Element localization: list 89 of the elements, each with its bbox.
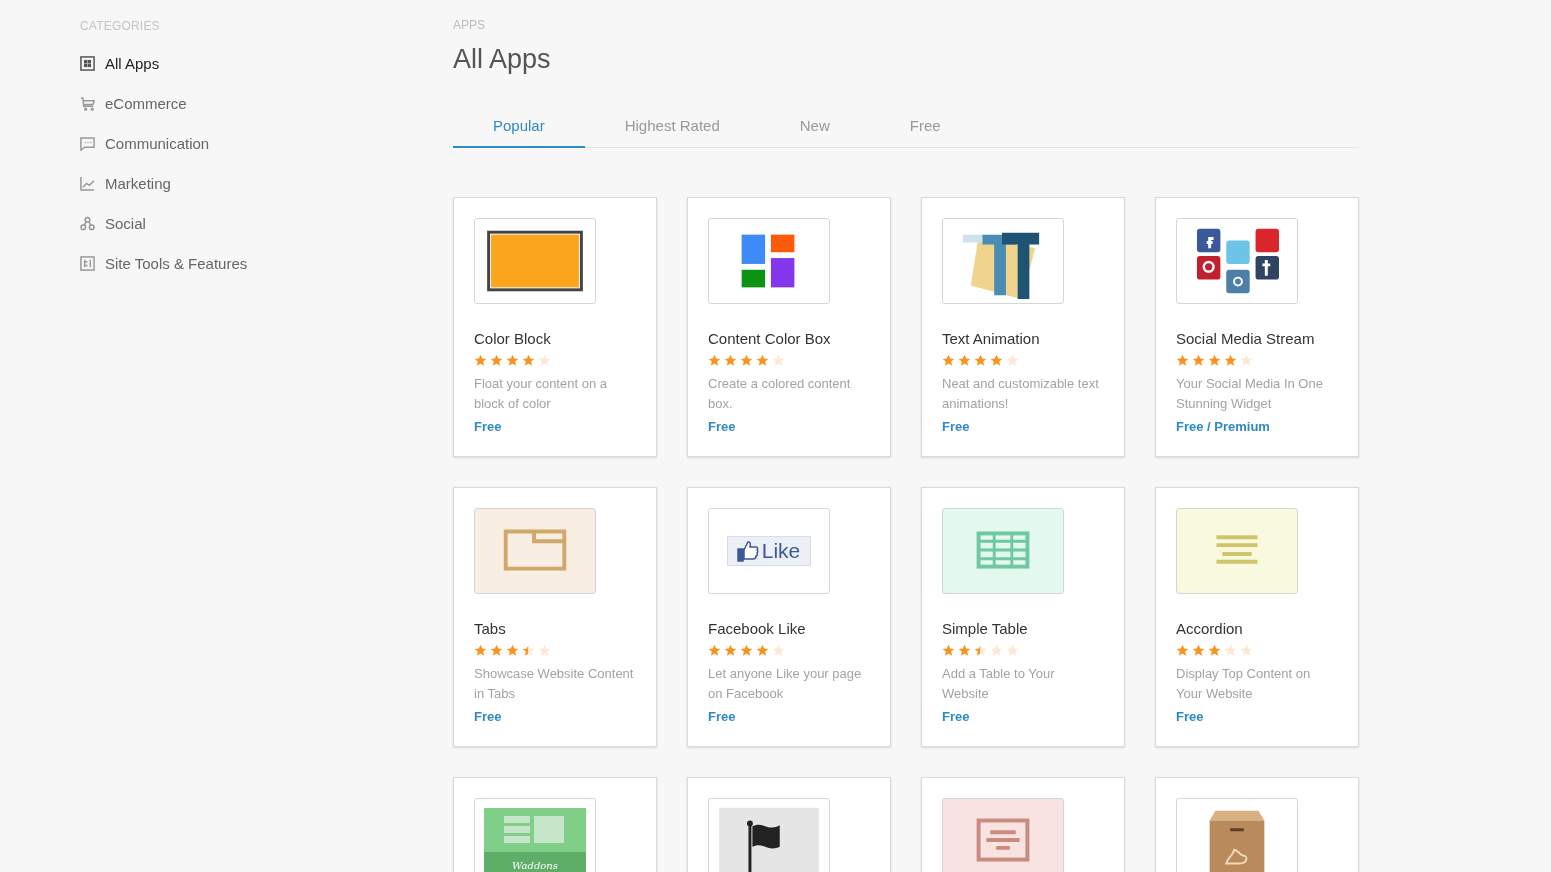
app-name: Tabs <box>474 620 507 639</box>
price-link[interactable]: Free <box>942 709 970 724</box>
star-icon <box>538 354 551 367</box>
price-link[interactable]: Free <box>1176 709 1204 724</box>
app-description: Display Top Content on Your Website <box>1176 665 1312 703</box>
tab[interactable]: Popular <box>453 106 585 148</box>
app-card[interactable]: Tabs Showcase Website Content in Tabs Free <box>453 487 657 747</box>
sidebar-item[interactable]: Site Tools & Features <box>80 243 453 283</box>
star-icon <box>538 644 551 657</box>
star-icon <box>724 644 737 657</box>
star-icon <box>1176 644 1189 657</box>
page-title: All Apps <box>453 44 552 76</box>
star-icon <box>522 644 535 657</box>
price-link[interactable]: Free <box>708 419 736 434</box>
star-icon <box>772 354 785 367</box>
star-icon <box>708 354 721 367</box>
app-name: Accordion <box>1176 620 1244 639</box>
sidebar-item[interactable]: Marketing <box>80 163 453 203</box>
app-card[interactable]: Color Block Float your content on a block of color Free <box>453 197 657 457</box>
app-name: Text Animation <box>942 330 1041 349</box>
addons-logo: Waddons <box>484 808 586 872</box>
star-icon <box>772 644 785 657</box>
app-description: Your Social Media In One Stunning Widget <box>1176 375 1324 413</box>
grid-icon <box>80 55 95 71</box>
star-icon <box>474 644 487 657</box>
sidebar-item[interactable]: Social <box>80 203 453 243</box>
star-icon <box>974 644 987 657</box>
star-icon <box>756 354 769 367</box>
chat-icon <box>80 135 95 151</box>
star-icon <box>474 354 487 367</box>
star-icon <box>942 354 955 367</box>
star-icon <box>756 644 769 657</box>
sidebar-item[interactable]: All Apps <box>80 43 453 83</box>
sidebar-item[interactable]: eCommerce <box>80 83 453 123</box>
star-icon <box>958 354 971 367</box>
star-icon <box>1224 644 1237 657</box>
star-icon <box>522 354 535 367</box>
app-description: Neat and customizable text animations! <box>942 375 1100 413</box>
price-link[interactable]: Free <box>474 419 502 434</box>
app-name: Content Color Box <box>708 330 832 349</box>
star-icon <box>1240 644 1253 657</box>
star-icon <box>506 644 519 657</box>
star-icon <box>740 644 753 657</box>
star-icon <box>490 354 503 367</box>
star-icon <box>506 354 519 367</box>
star-icon <box>490 644 503 657</box>
star-icon <box>708 644 721 657</box>
star-icon <box>958 644 971 657</box>
app-card[interactable]: Accordion Display Top Content on Your Website Free <box>1155 487 1359 747</box>
star-icon <box>1006 354 1019 367</box>
star-icon <box>740 354 753 367</box>
star-icon <box>1006 644 1019 657</box>
app-description: Showcase Website Content in Tabs <box>474 665 635 703</box>
price-link[interactable]: Free / Premium <box>1176 419 1270 434</box>
app-description: Let anyone Like your page on Facebook <box>708 665 863 703</box>
star-icon <box>1192 644 1205 657</box>
app-description: Float your content on a block of color <box>474 375 608 413</box>
star-icon <box>1192 354 1205 367</box>
app-description: Create a colored content box. <box>708 375 852 413</box>
star-icon <box>1208 644 1221 657</box>
star-icon <box>1240 354 1253 367</box>
breadcrumb: APPS <box>453 18 486 34</box>
price-link[interactable]: Free <box>474 709 502 724</box>
app-card[interactable]: Simple Table Add a Table to Your Website Free <box>921 487 1125 747</box>
star-icon <box>724 354 737 367</box>
panel-icon <box>80 255 95 271</box>
star-icon <box>990 644 1003 657</box>
like-button-icon: Like <box>726 536 812 566</box>
star-icon <box>990 354 1003 367</box>
price-link[interactable]: Free <box>942 419 970 434</box>
app-card[interactable]: Text Animation Neat and customizable text animations! Free <box>921 197 1125 457</box>
price-link[interactable]: Free <box>708 709 736 724</box>
star-icon <box>1224 354 1237 367</box>
app-description: Add a Table to Your Website <box>942 665 1056 703</box>
star-icon <box>974 354 987 367</box>
app-card[interactable]: Social Media Stream Your Social Media In One Stunning Widget Free / Premium <box>1155 197 1359 457</box>
app-name: Color Block <box>474 330 552 349</box>
sidebar-item[interactable]: Communication <box>80 123 453 163</box>
cart-icon <box>80 95 95 111</box>
star-icon <box>1208 354 1221 367</box>
app-name: Facebook Like <box>708 620 807 639</box>
app-card[interactable]: Content Color Box Create a colored content box. Free <box>687 197 891 457</box>
app-name: Simple Table <box>942 620 1029 639</box>
app-name: Social Media Stream <box>1176 330 1316 349</box>
star-icon <box>942 644 955 657</box>
app-card[interactable]: Like Facebook Like Let anyone Like your page on Facebook Free <box>687 487 891 747</box>
star-icon <box>1176 354 1189 367</box>
nodes-icon <box>80 215 95 231</box>
chart-icon <box>80 175 95 191</box>
